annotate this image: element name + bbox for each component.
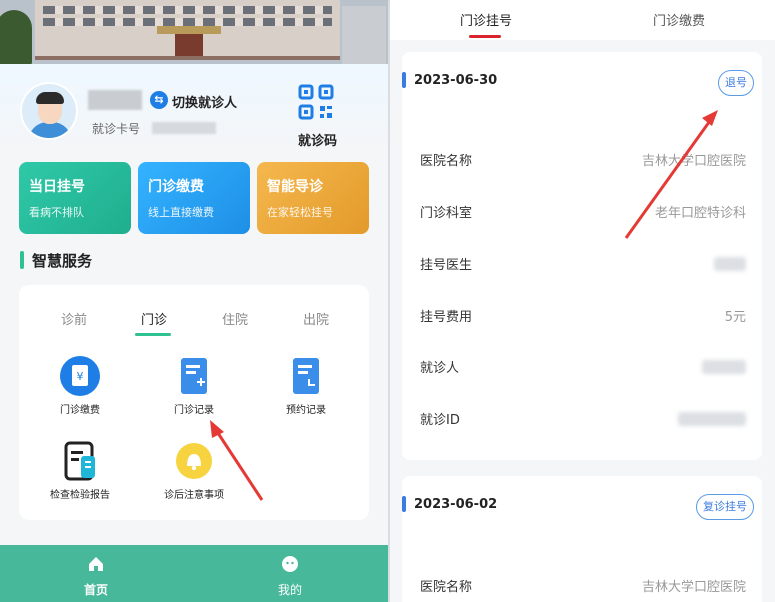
service-label: 门诊记录 — [174, 405, 214, 416]
service-label: 预约记录 — [286, 405, 326, 416]
registration-record-card: 2023-06-02 复诊挂号 医院名称 吉林大学口腔医院 — [402, 476, 762, 602]
tab-inpatient[interactable]: 住院 — [222, 309, 248, 328]
field-label: 挂号医生 — [420, 258, 473, 273]
quick-subtitle: 线上直接缴费 — [148, 206, 214, 219]
appointment-icon — [285, 355, 327, 397]
records-tab-bar: 门诊挂号 门诊缴费 — [390, 0, 775, 40]
quick-subtitle: 看病不排队 — [29, 206, 84, 219]
avatar — [20, 82, 78, 140]
hospital-name-value: 吉林大学口腔医院 — [641, 154, 746, 169]
service-exam-report[interactable]: 检查检验报告 — [35, 440, 125, 501]
quick-title: 门诊缴费 — [148, 179, 204, 195]
field-label: 医院名称 — [420, 154, 473, 169]
qr-code-icon[interactable] — [298, 84, 334, 120]
section-accent-bar — [20, 251, 24, 269]
tabbar-profile[interactable]: 我的 — [260, 555, 320, 598]
tab-outpatient-registration[interactable]: 门诊挂号 — [460, 10, 512, 29]
field-label: 医院名称 — [420, 580, 473, 595]
hospital-name-value: 吉林大学口腔医院 — [641, 580, 746, 595]
field-label: 门诊科室 — [420, 206, 473, 221]
outpatient-payment-card[interactable]: 门诊缴费 线上直接缴费 — [138, 162, 250, 234]
registration-record-card: 2023-06-30 退号 医院名称 吉林大学口腔医院 门诊科室 老年口腔特诊科… — [402, 52, 762, 460]
record-accent-bar — [402, 72, 406, 88]
profile-icon — [282, 556, 298, 572]
switch-icon[interactable]: ⇆ — [150, 91, 168, 109]
record-icon — [173, 355, 215, 397]
svg-text:¥: ¥ — [77, 370, 84, 383]
tab-active-indicator — [469, 35, 501, 38]
switch-patient-button[interactable]: 切换就诊人 — [172, 92, 237, 111]
tree-decoration — [0, 10, 32, 64]
patient-value-redacted — [702, 360, 746, 374]
side-building — [342, 6, 386, 64]
home-icon — [89, 557, 103, 571]
visit-id-value-redacted — [678, 412, 746, 426]
same-day-registration-card[interactable]: 当日挂号 看病不排队 — [19, 162, 131, 234]
home-screen: ⇆ 切换就诊人 就诊卡号 就诊码 当日挂号 看病不排队 门诊缴费 线上直接缴费 … — [0, 0, 388, 602]
card-number-label: 就诊卡号 — [92, 122, 141, 136]
tabbar-home[interactable]: 首页 — [66, 555, 126, 598]
service-label: 诊后注意事项 — [164, 490, 224, 501]
service-label: 检查检验报告 — [50, 490, 110, 501]
cancel-registration-button[interactable]: 退号 — [718, 70, 754, 96]
service-post-visit-notes[interactable]: 诊后注意事项 — [149, 440, 239, 501]
tab-pre-visit[interactable]: 诊前 — [61, 309, 87, 328]
tab-outpatient-payment[interactable]: 门诊缴费 — [653, 10, 705, 29]
smart-services-card: 诊前 门诊 住院 出院 ¥ 门诊缴费 门诊记录 预约记录 检查检验报告 诊后注意… — [19, 285, 369, 520]
record-date: 2023-06-30 — [414, 73, 498, 88]
payment-icon: ¥ — [59, 355, 101, 397]
field-label: 就诊ID — [420, 413, 460, 428]
tab-outpatient[interactable]: 门诊 — [141, 309, 167, 328]
screen: ⇆ 切换就诊人 就诊卡号 就诊码 当日挂号 看病不排队 门诊缴费 线上直接缴费 … — [0, 0, 775, 602]
hospital-building — [35, 0, 340, 60]
field-label: 就诊人 — [420, 361, 460, 376]
qr-code-label[interactable]: 就诊码 — [298, 130, 337, 149]
field-label: 挂号费用 — [420, 310, 473, 325]
quick-title: 智能导诊 — [267, 179, 323, 195]
service-appointment-record[interactable]: 预约记录 — [261, 355, 351, 416]
fee-value: 5元 — [724, 310, 746, 325]
doctor-value-redacted — [714, 257, 746, 271]
bell-icon — [173, 440, 215, 482]
service-label: 门诊缴费 — [60, 405, 100, 416]
bottom-tab-bar: 首页 我的 — [0, 545, 388, 602]
record-accent-bar — [402, 496, 406, 512]
service-outpatient-record[interactable]: 门诊记录 — [149, 355, 239, 416]
registration-records-screen: 门诊挂号 门诊缴费 2023-06-30 退号 医院名称 吉林大学口腔医院 门诊… — [390, 0, 775, 602]
patient-card: ⇆ 切换就诊人 就诊卡号 就诊码 — [0, 64, 388, 152]
smart-guidance-card[interactable]: 智能导诊 在家轻松挂号 — [257, 162, 369, 234]
tabbar-label: 我的 — [277, 583, 302, 597]
section-title: 智慧服务 — [32, 252, 93, 270]
tabbar-label: 首页 — [83, 583, 108, 597]
quick-title: 当日挂号 — [29, 179, 85, 195]
quick-subtitle: 在家轻松挂号 — [267, 206, 333, 219]
patient-name-redacted — [88, 90, 142, 110]
follow-up-registration-button[interactable]: 复诊挂号 — [696, 494, 754, 520]
report-icon — [59, 440, 101, 482]
record-date: 2023-06-02 — [414, 497, 498, 512]
department-value: 老年口腔特诊科 — [654, 206, 746, 221]
card-number-redacted — [152, 122, 216, 134]
hospital-banner-image — [0, 0, 388, 64]
tab-discharge[interactable]: 出院 — [303, 309, 329, 328]
tab-active-indicator — [135, 333, 171, 336]
service-outpatient-payment[interactable]: ¥ 门诊缴费 — [35, 355, 125, 416]
